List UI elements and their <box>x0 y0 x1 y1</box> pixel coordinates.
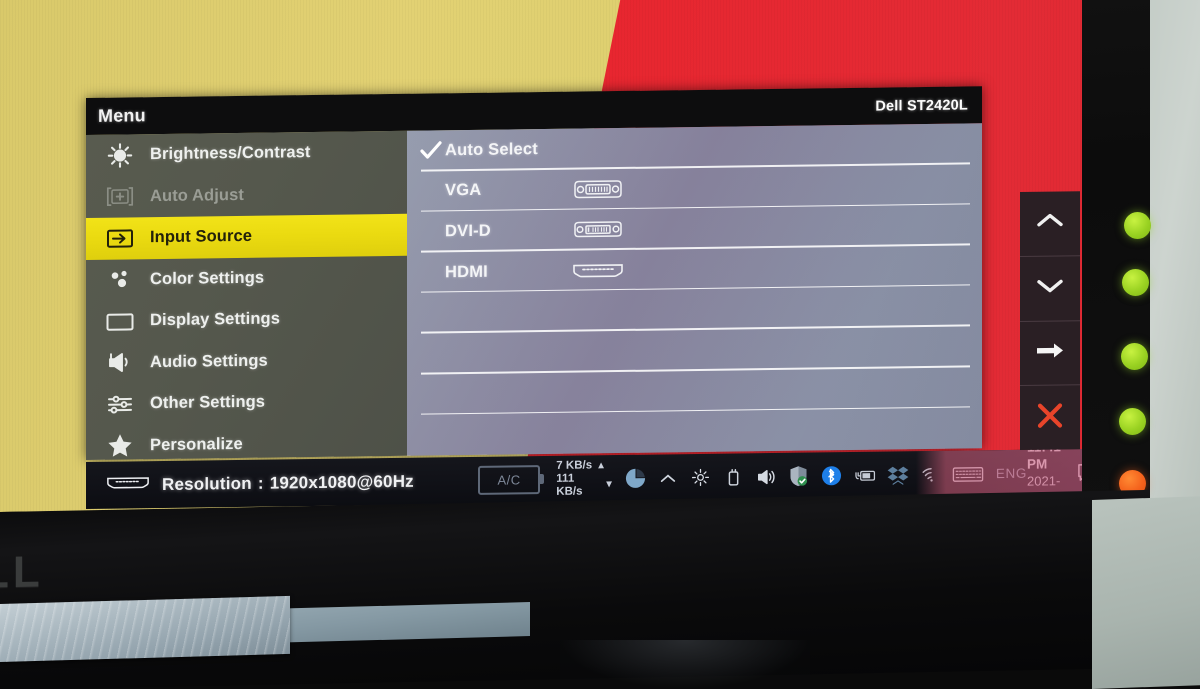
led-indicator-1 <box>1124 212 1151 239</box>
resolution-info: Resolution:1920x1080@60Hz <box>86 469 414 498</box>
sidebar-item-color-settings[interactable]: Color Settings <box>86 255 407 301</box>
upload-arrow-icon: ▲ <box>596 459 606 471</box>
osd-sidebar: Brightness/Contrast Auto Adjust Input So… <box>86 130 407 462</box>
show-hidden-icons-chevron-icon[interactable] <box>657 466 680 490</box>
sidebar-item-display-settings[interactable]: Display Settings <box>86 297 407 343</box>
network-speed-indicator[interactable]: 7 KB/s ▲ 111 KB/s ▼ <box>556 459 614 499</box>
clock-time: 11:41 PM <box>1027 449 1061 472</box>
sidebar-item-input-source[interactable]: Input Source <box>86 213 407 260</box>
sidebar-label: Brightness/Contrast <box>150 143 311 164</box>
nvidia-settings-icon[interactable] <box>690 465 713 489</box>
osd-button-up[interactable] <box>1020 191 1080 257</box>
brightness-icon <box>100 140 140 171</box>
personalize-star-icon <box>100 431 140 462</box>
option-label: DVI-D <box>445 221 491 241</box>
option-row-empty <box>407 407 982 455</box>
bluetooth-icon[interactable] <box>820 464 843 488</box>
checkmark-icon <box>419 140 445 162</box>
resolution-separator: : <box>257 473 264 493</box>
sidebar-label: Input Source <box>150 227 253 247</box>
sidebar-item-audio-settings[interactable]: Audio Settings <box>86 338 407 384</box>
volume-speaker-icon[interactable] <box>755 464 778 488</box>
option-label: Auto Select <box>445 139 538 160</box>
sidebar-item-auto-adjust[interactable]: Auto Adjust <box>86 172 407 218</box>
audio-settings-icon <box>100 348 140 379</box>
input-source-icon <box>100 223 140 254</box>
resolution-value: 1920x1080@60Hz <box>269 471 414 493</box>
display-settings-icon <box>100 306 140 337</box>
windows-defender-shield-icon[interactable] <box>787 464 810 488</box>
osd-body: Brightness/Contrast Auto Adjust Input So… <box>86 123 982 460</box>
option-label <box>419 312 537 314</box>
osd-button-select[interactable] <box>1020 320 1080 387</box>
osd-title-text: Menu <box>98 105 146 126</box>
photo-of-monitor: Menu Dell ST2420L Brightness/Contrast Au… <box>0 0 1200 689</box>
dropbox-icon[interactable] <box>887 463 910 487</box>
option-label: VGA <box>445 181 482 200</box>
option-label: HDMI <box>445 262 488 281</box>
led-indicator-2 <box>1122 269 1149 296</box>
led-indicator-4 <box>1119 408 1146 435</box>
chevron-down-icon <box>1034 274 1066 303</box>
close-x-icon <box>1035 401 1065 434</box>
sidebar-label: Other Settings <box>150 392 266 413</box>
osd-model-label: Dell ST2420L <box>875 96 968 115</box>
download-speed: 111 KB/s <box>556 472 583 498</box>
dvi-connector-icon <box>563 217 633 242</box>
power-source-label: A/C <box>497 472 521 488</box>
power-source-indicator[interactable]: A/C <box>477 465 541 495</box>
stand-shadow <box>560 640 810 689</box>
arrow-right-icon <box>1034 339 1066 366</box>
tape-strip <box>0 595 290 662</box>
input-source-options-panel: Auto Select VGA DVI-D HDMI <box>407 123 982 456</box>
resolution-label: Resolution <box>162 473 252 494</box>
chevron-up-icon <box>1034 209 1066 238</box>
sidebar-label: Auto Adjust <box>150 185 244 205</box>
option-label <box>419 352 537 354</box>
sidebar-label: Personalize <box>150 434 243 454</box>
connector-slot <box>563 148 633 149</box>
upload-speed: 7 KB/s <box>556 459 593 472</box>
hdmi-connector-icon <box>563 259 633 282</box>
led-indicator-3 <box>1121 343 1148 370</box>
safely-remove-usb-icon[interactable] <box>722 465 745 489</box>
osd-button-overlay <box>1020 191 1080 451</box>
sidebar-label: Display Settings <box>150 309 280 330</box>
wifi-icon[interactable] <box>919 462 942 486</box>
keyboard-layout-icon[interactable] <box>952 462 984 486</box>
sidebar-item-brightness-contrast[interactable]: Brightness/Contrast <box>86 131 407 177</box>
battery-plug-icon[interactable] <box>853 463 877 487</box>
sidebar-item-other-settings[interactable]: Other Settings <box>86 380 407 426</box>
auto-adjust-icon <box>100 182 140 213</box>
resolution-text: Resolution:1920x1080@60Hz <box>162 471 414 494</box>
osd-menu-window: Menu Dell ST2420L Brightness/Contrast Au… <box>86 86 982 460</box>
dell-logo: LL <box>0 547 44 598</box>
vga-connector-icon <box>563 177 633 202</box>
notification-chat-icon[interactable] <box>1076 460 1082 484</box>
wall-lower-right <box>1092 496 1200 689</box>
disk-usage-pie-icon[interactable] <box>624 466 647 490</box>
sidebar-label: Color Settings <box>150 268 265 288</box>
osd-button-down[interactable] <box>1020 255 1080 322</box>
osd-button-exit[interactable] <box>1020 385 1080 450</box>
sidebar-label: Audio Settings <box>150 351 268 371</box>
option-label <box>419 393 537 395</box>
download-arrow-icon: ▼ <box>604 479 614 491</box>
option-label <box>419 434 537 436</box>
color-settings-icon <box>100 265 140 296</box>
other-settings-icon <box>100 389 140 420</box>
hdmi-connector-icon <box>102 472 154 498</box>
input-language-indicator[interactable]: ENG <box>996 466 1027 481</box>
